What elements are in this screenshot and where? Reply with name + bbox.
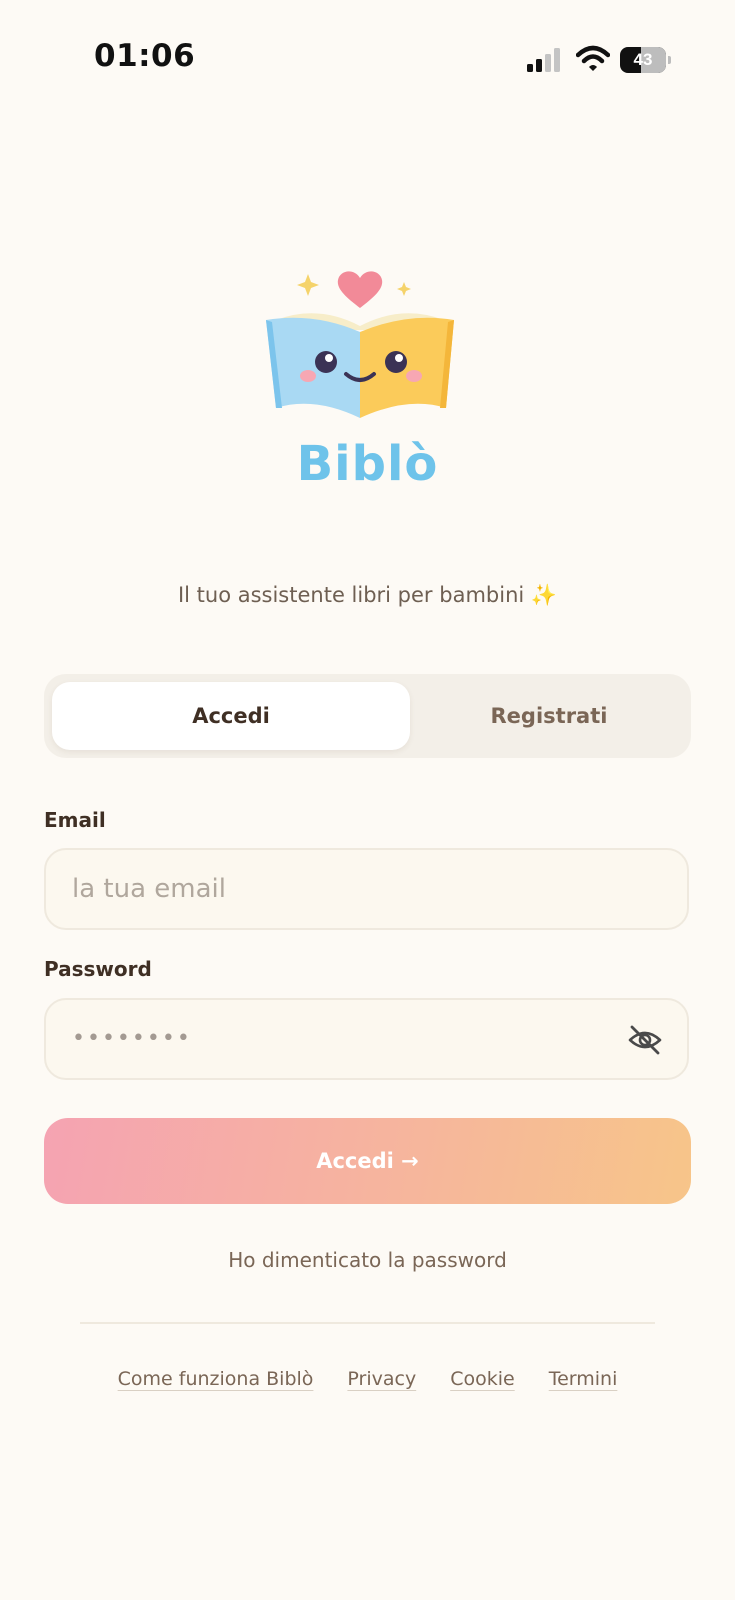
auth-tabs: Accedi Registrati	[44, 674, 691, 758]
eye-off-icon[interactable]	[627, 1022, 663, 1058]
footer-link-privacy[interactable]: Privacy	[347, 1368, 416, 1398]
password-label: Password	[44, 957, 152, 981]
footer-link-how-it-works[interactable]: Come funziona Biblò	[118, 1368, 314, 1398]
battery-level: 43	[633, 50, 653, 69]
footer-link-terms[interactable]: Termini	[549, 1368, 618, 1398]
password-masked-value: ••••••••	[72, 1026, 192, 1051]
tab-login[interactable]: Accedi	[52, 682, 410, 750]
brand-name: Biblò	[296, 436, 439, 492]
login-button[interactable]: Accedi →	[44, 1118, 691, 1204]
wifi-icon	[576, 45, 610, 71]
divider	[80, 1322, 655, 1324]
battery-icon: 43	[620, 47, 672, 73]
email-input[interactable]	[72, 850, 612, 928]
forgot-password-link[interactable]: Ho dimenticato la password	[0, 1248, 735, 1272]
signal-icon	[527, 48, 560, 72]
footer-links: Come funziona Biblò Privacy Cookie Termi…	[0, 1368, 735, 1398]
tagline: Il tuo assistente libri per bambini ✨	[177, 583, 558, 607]
email-field-container	[44, 848, 689, 930]
footer-link-cookie[interactable]: Cookie	[450, 1368, 515, 1398]
tab-register[interactable]: Registrati	[414, 682, 684, 750]
email-label: Email	[44, 808, 106, 832]
happy-book-icon	[266, 271, 454, 418]
status-time: 01:06	[94, 38, 196, 74]
password-field[interactable]: ••••••••	[44, 998, 689, 1080]
